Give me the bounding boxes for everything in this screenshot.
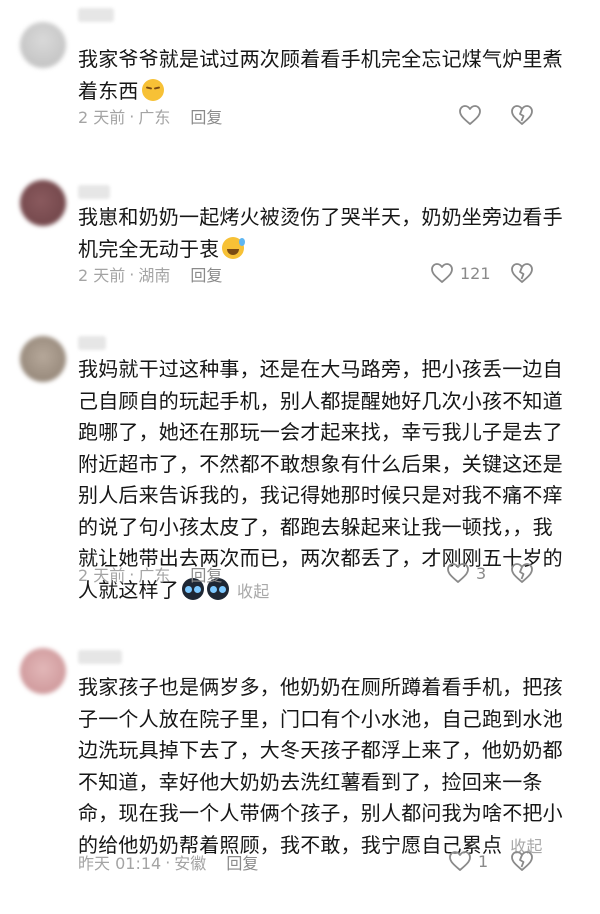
username[interactable]	[78, 8, 114, 22]
pensive-face-emoji	[141, 78, 164, 101]
grinning-sweat-face-emoji	[222, 236, 246, 259]
username[interactable]	[78, 650, 122, 664]
avatar[interactable]	[20, 22, 66, 68]
reply-button[interactable]: 回复	[190, 104, 222, 128]
like-button[interactable]	[458, 104, 488, 126]
heart-outline-icon	[458, 104, 482, 126]
heart-outline-icon	[430, 262, 454, 284]
comment-body: 我家孩子也是俩岁多，他奶奶在厕所蹲着看手机，把孩子一个人放在院子里，门口有个小水…	[78, 675, 563, 857]
like-button[interactable]: 3	[446, 562, 486, 584]
like-button[interactable]: 1	[448, 850, 488, 872]
meta-separator: ·	[129, 264, 135, 284]
comment-time: 2 天前	[78, 566, 126, 585]
dislike-button[interactable]	[510, 562, 534, 584]
comment-time: 2 天前	[78, 266, 126, 285]
meta-separator: ·	[165, 852, 171, 872]
comment-meta: 2 天前 · 广东 回复	[78, 104, 222, 128]
dislike-button[interactable]	[510, 262, 534, 284]
username[interactable]	[78, 336, 106, 350]
comment-meta: 2 天前 · 广东 回复	[78, 562, 222, 586]
avatar[interactable]	[20, 180, 66, 226]
broken-heart-outline-icon	[511, 563, 533, 583]
heart-outline-icon	[448, 850, 472, 872]
comment-location: 广东	[138, 108, 171, 127]
like-count: 3	[476, 563, 487, 583]
comment-text: 我家孩子也是俩岁多，他奶奶在厕所蹲着看手机，把孩子一个人放在院子里，门口有个小水…	[78, 672, 568, 862]
comment-location: 湖南	[138, 266, 171, 285]
comment-text: 我崽和奶奶一起烤火被烫伤了哭半天，奶奶坐旁边看手机完全无动于衷	[78, 202, 568, 265]
reply-button[interactable]: 回复	[226, 850, 258, 874]
meta-separator: ·	[129, 564, 135, 584]
comment-time: 2 天前	[78, 108, 126, 127]
heart-outline-icon	[446, 562, 470, 584]
meta-separator: ·	[129, 106, 135, 126]
broken-heart-outline-icon	[511, 263, 533, 283]
username[interactable]	[78, 185, 110, 199]
comment-meta: 昨天 01:14 · 安徽 回复	[78, 850, 258, 874]
comment-location: 广东	[138, 566, 171, 585]
comment-text: 我家爷爷就是试过两次顾着看手机完全忘记煤气炉里煮着东西	[78, 44, 568, 107]
comment-location: 安徽	[174, 854, 207, 873]
collapse-button[interactable]: 收起	[237, 582, 269, 601]
broken-heart-outline-icon	[511, 105, 533, 125]
dislike-button[interactable]	[510, 850, 534, 872]
comment-time: 昨天 01:14	[78, 854, 162, 873]
comment-meta: 2 天前 · 湖南 回复	[78, 262, 222, 286]
like-count: 1	[478, 851, 489, 871]
reply-button[interactable]: 回复	[190, 262, 222, 286]
comment-body: 我崽和奶奶一起烤火被烫伤了哭半天，奶奶坐旁边看手机完全无动于衷	[78, 205, 563, 261]
avatar[interactable]	[20, 336, 66, 382]
dislike-button[interactable]	[510, 104, 534, 126]
like-count: 121	[460, 263, 491, 283]
broken-heart-outline-icon	[511, 851, 533, 871]
like-button[interactable]: 121	[430, 262, 491, 284]
reply-button[interactable]: 回复	[190, 562, 222, 586]
avatar[interactable]	[20, 648, 66, 694]
